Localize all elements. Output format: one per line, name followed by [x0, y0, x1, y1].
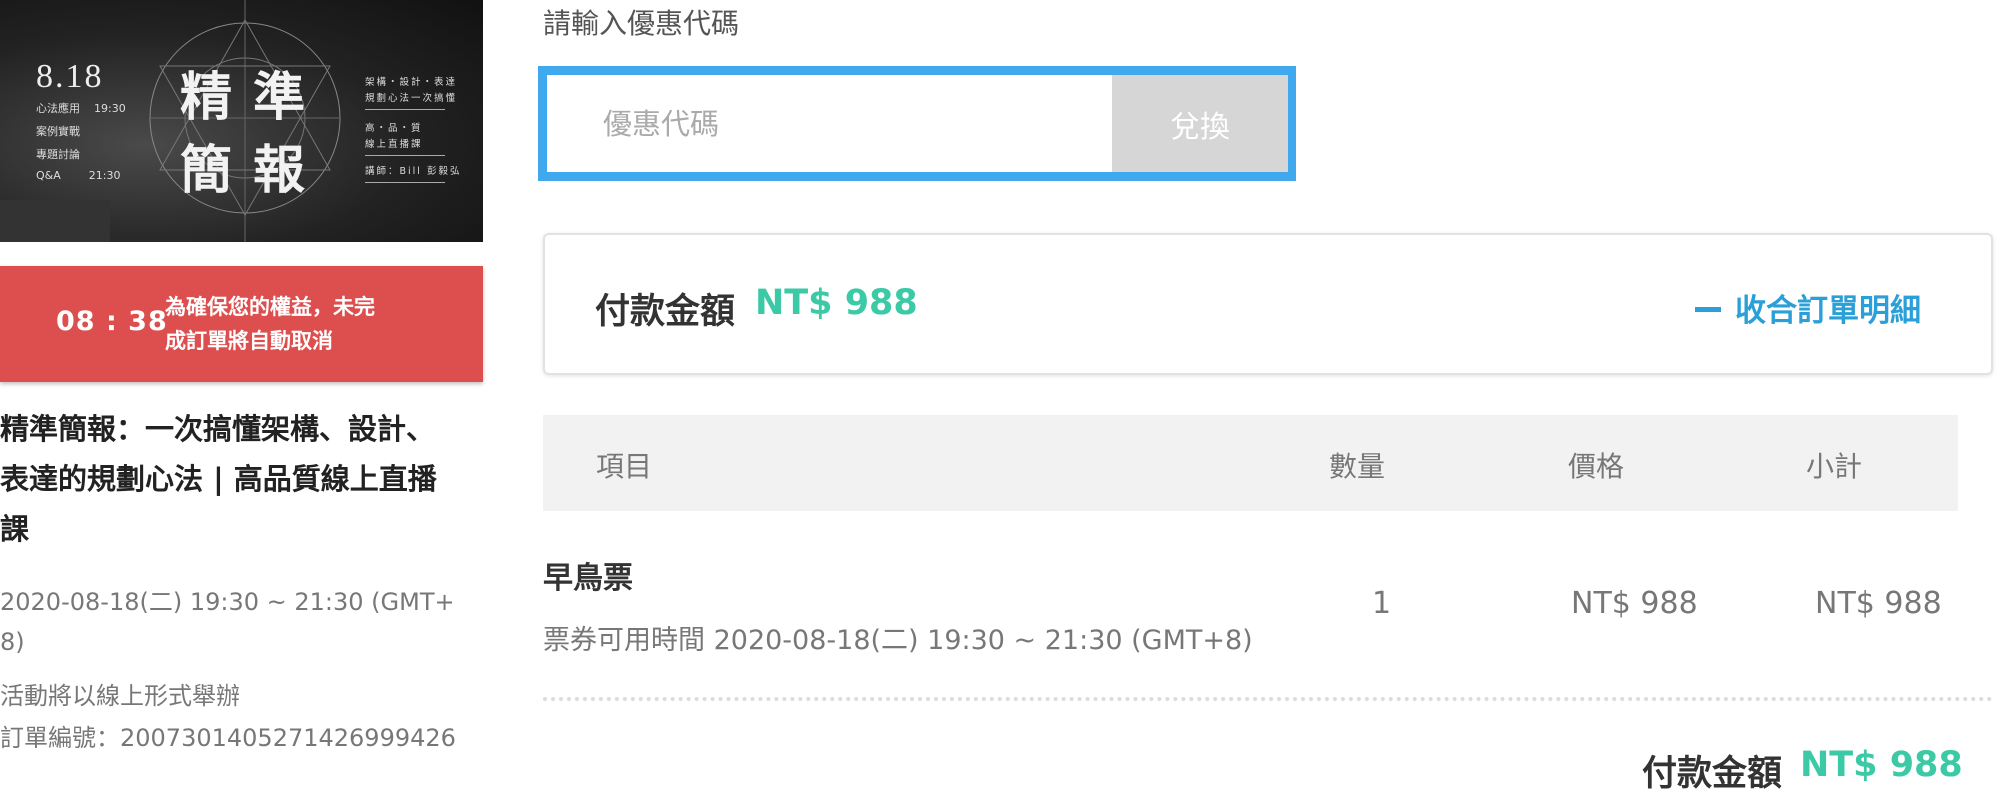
banner-agenda-item: Q&A 21:30 — [36, 169, 121, 182]
banner-title-char: 精 — [180, 67, 233, 128]
column-header-item: 項目 — [596, 450, 653, 483]
ticket-name: 早鳥票 — [543, 561, 633, 596]
banner-divider — [365, 155, 445, 156]
payment-amount-label: 付款金額 — [595, 292, 736, 332]
ticket-subtotal: NT$ 988 — [1815, 586, 1942, 621]
banner-title-char: 簡 — [180, 140, 233, 201]
countdown-notice: 為確保您的權益，未完 成訂單將自動取消 — [165, 290, 435, 358]
banner-agenda-item: 心法應用 19:30 — [36, 102, 126, 115]
coupon-code-input[interactable] — [547, 75, 1112, 172]
event-datetime-line: 2020-08-18(二) 19:30 ~ 21:30 (GMT+ — [0, 588, 455, 616]
column-header-price: 價格 — [1568, 450, 1625, 483]
banner-side-text: 架構・設計・表達 — [365, 77, 458, 88]
banner-divider — [365, 109, 445, 110]
event-format: 活動將以線上形式舉辦 — [0, 682, 240, 710]
coupon-label: 請輸入優惠代碼 — [543, 7, 740, 40]
ticket-price: NT$ 988 — [1571, 586, 1698, 621]
banner-divider — [365, 182, 445, 183]
redeem-coupon-button[interactable]: 兌換 — [1112, 75, 1288, 172]
event-title-line: 表達的規劃心法 | 高品質線上直播 — [0, 462, 437, 496]
banner-title-char: 準 — [253, 67, 306, 128]
event-datetime-line: 8) — [0, 628, 25, 656]
banner-title-char: 報 — [253, 140, 306, 201]
divider — [543, 697, 1993, 701]
event-title-line: 精準簡報：一次搞懂架構、設計、 — [0, 412, 436, 446]
order-countdown-banner: 08 : 38 為確保您的權益，未完 成訂單將自動取消 — [0, 266, 483, 382]
banner-side-text: 線上直播課 — [365, 139, 423, 150]
total-amount-label: 付款金額 — [1642, 754, 1783, 794]
order-table-header: 項目 數量 價格 小計 — [543, 415, 1958, 511]
countdown-notice-line: 為確保您的權益，未完 — [165, 295, 375, 319]
coupon-form: 兌換 — [538, 66, 1296, 181]
total-amount-value: NT$ 988 — [1800, 745, 1963, 785]
countdown-timer: 08 : 38 — [56, 306, 168, 337]
collapse-order-details-label: 收合訂單明細 — [1735, 293, 1921, 329]
event-title-line: 課 — [0, 512, 30, 546]
minus-icon — [1695, 307, 1721, 312]
banner-instructor: 講師：Bill 彭毅弘 — [365, 166, 462, 177]
banner-side-text: 規劃心法一次搞懂 — [365, 93, 458, 104]
banner-date: 8.18 — [36, 58, 104, 95]
collapse-order-details-link[interactable]: 收合訂單明細 — [1695, 285, 1921, 330]
ticket-valid-time: 票券可用時間 2020-08-18(二) 19:30 ~ 21:30 (GMT+… — [543, 625, 1253, 656]
event-title: 精準簡報：一次搞懂架構、設計、 表達的規劃心法 | 高品質線上直播 課 — [0, 404, 483, 554]
payment-amount-value: NT$ 988 — [755, 283, 918, 323]
event-banner-image: 8.18 心法應用 19:30 案例實戰 專題討論 Q&A 21:30 精 準 … — [0, 0, 483, 242]
column-header-subtotal: 小計 — [1806, 450, 1863, 483]
banner-agenda-item: 案例實戰 — [36, 125, 80, 138]
payment-summary-card: 付款金額 NT$ 988 收合訂單明細 — [543, 233, 1993, 375]
banner-side-text: 高・品・質 — [365, 123, 423, 134]
order-number: 訂單編號：2007301405271426999426 — [0, 724, 456, 752]
countdown-notice-line: 成訂單將自動取消 — [165, 329, 333, 353]
banner-agenda-item: 專題討論 — [36, 148, 80, 161]
event-datetime: 2020-08-18(二) 19:30 ~ 21:30 (GMT+ 8) — [0, 582, 483, 662]
ticket-quantity: 1 — [1372, 586, 1392, 621]
column-header-quantity: 數量 — [1329, 450, 1386, 483]
